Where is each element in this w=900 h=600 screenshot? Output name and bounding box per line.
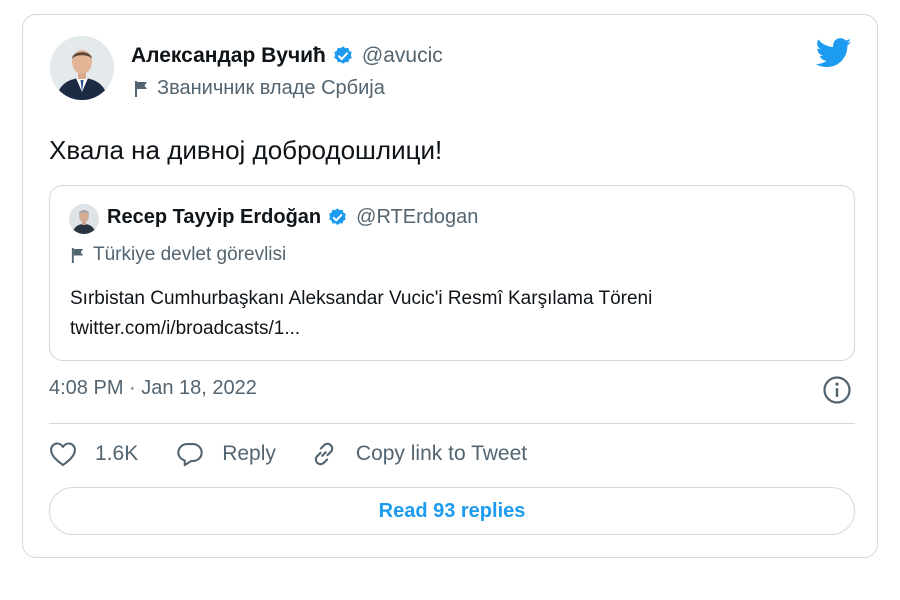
flag-icon xyxy=(70,247,85,264)
twitter-bird-icon[interactable] xyxy=(815,38,852,73)
author-government-label: Званичник владе Србија xyxy=(157,77,385,99)
heart-icon xyxy=(49,441,77,467)
quoted-author-avatar[interactable] xyxy=(69,204,99,234)
info-icon[interactable] xyxy=(822,375,852,410)
quoted-tweet[interactable]: Recep Tayyip Erdoğan @RTErdogan Türkiye … xyxy=(49,185,855,361)
author-name[interactable]: Александар Вучић xyxy=(131,44,326,68)
tweet-actions: 1.6K Reply Copy link to Tweet xyxy=(49,440,527,468)
reply-label: Reply xyxy=(222,442,276,465)
speech-bubble-icon xyxy=(176,441,204,467)
read-replies-button[interactable]: Read 93 replies xyxy=(49,487,855,535)
read-replies-label: Read 93 replies xyxy=(378,499,526,522)
copy-link-button[interactable]: Copy link to Tweet xyxy=(310,440,527,468)
tweet-timestamp[interactable]: 4:08 PM · Jan 18, 2022 xyxy=(49,377,257,400)
like-count: 1.6K xyxy=(95,442,139,465)
verified-badge-icon xyxy=(327,207,348,228)
divider xyxy=(49,423,855,424)
tweet-text: Хвала на дивној добродошлици! xyxy=(49,135,443,165)
reply-button[interactable]: Reply xyxy=(176,441,276,467)
quoted-author-government-label: Türkiye devlet görevlisi xyxy=(93,244,287,265)
embedded-tweet-card[interactable]: Александар Вучић @avucic Званичник владе… xyxy=(22,14,878,558)
quoted-author-name[interactable]: Recep Tayyip Erdoğan xyxy=(107,206,321,229)
verified-badge-icon xyxy=(332,45,354,67)
quoted-tweet-link[interactable]: twitter.com/i/broadcasts/1... xyxy=(70,314,652,344)
link-icon xyxy=(310,440,338,468)
author-handle[interactable]: @avucic xyxy=(362,44,443,68)
copy-link-label: Copy link to Tweet xyxy=(355,442,528,465)
author-avatar[interactable] xyxy=(50,36,114,100)
quoted-author-handle[interactable]: @RTErdogan xyxy=(356,206,478,229)
like-button[interactable]: 1.6K xyxy=(49,441,138,467)
flag-icon xyxy=(133,80,149,98)
quoted-tweet-text-line: Sırbistan Cumhurbaşkanı Aleksandar Vucic… xyxy=(70,288,653,309)
quoted-tweet-text: Sırbistan Cumhurbaşkanı Aleksandar Vucic… xyxy=(70,284,652,344)
